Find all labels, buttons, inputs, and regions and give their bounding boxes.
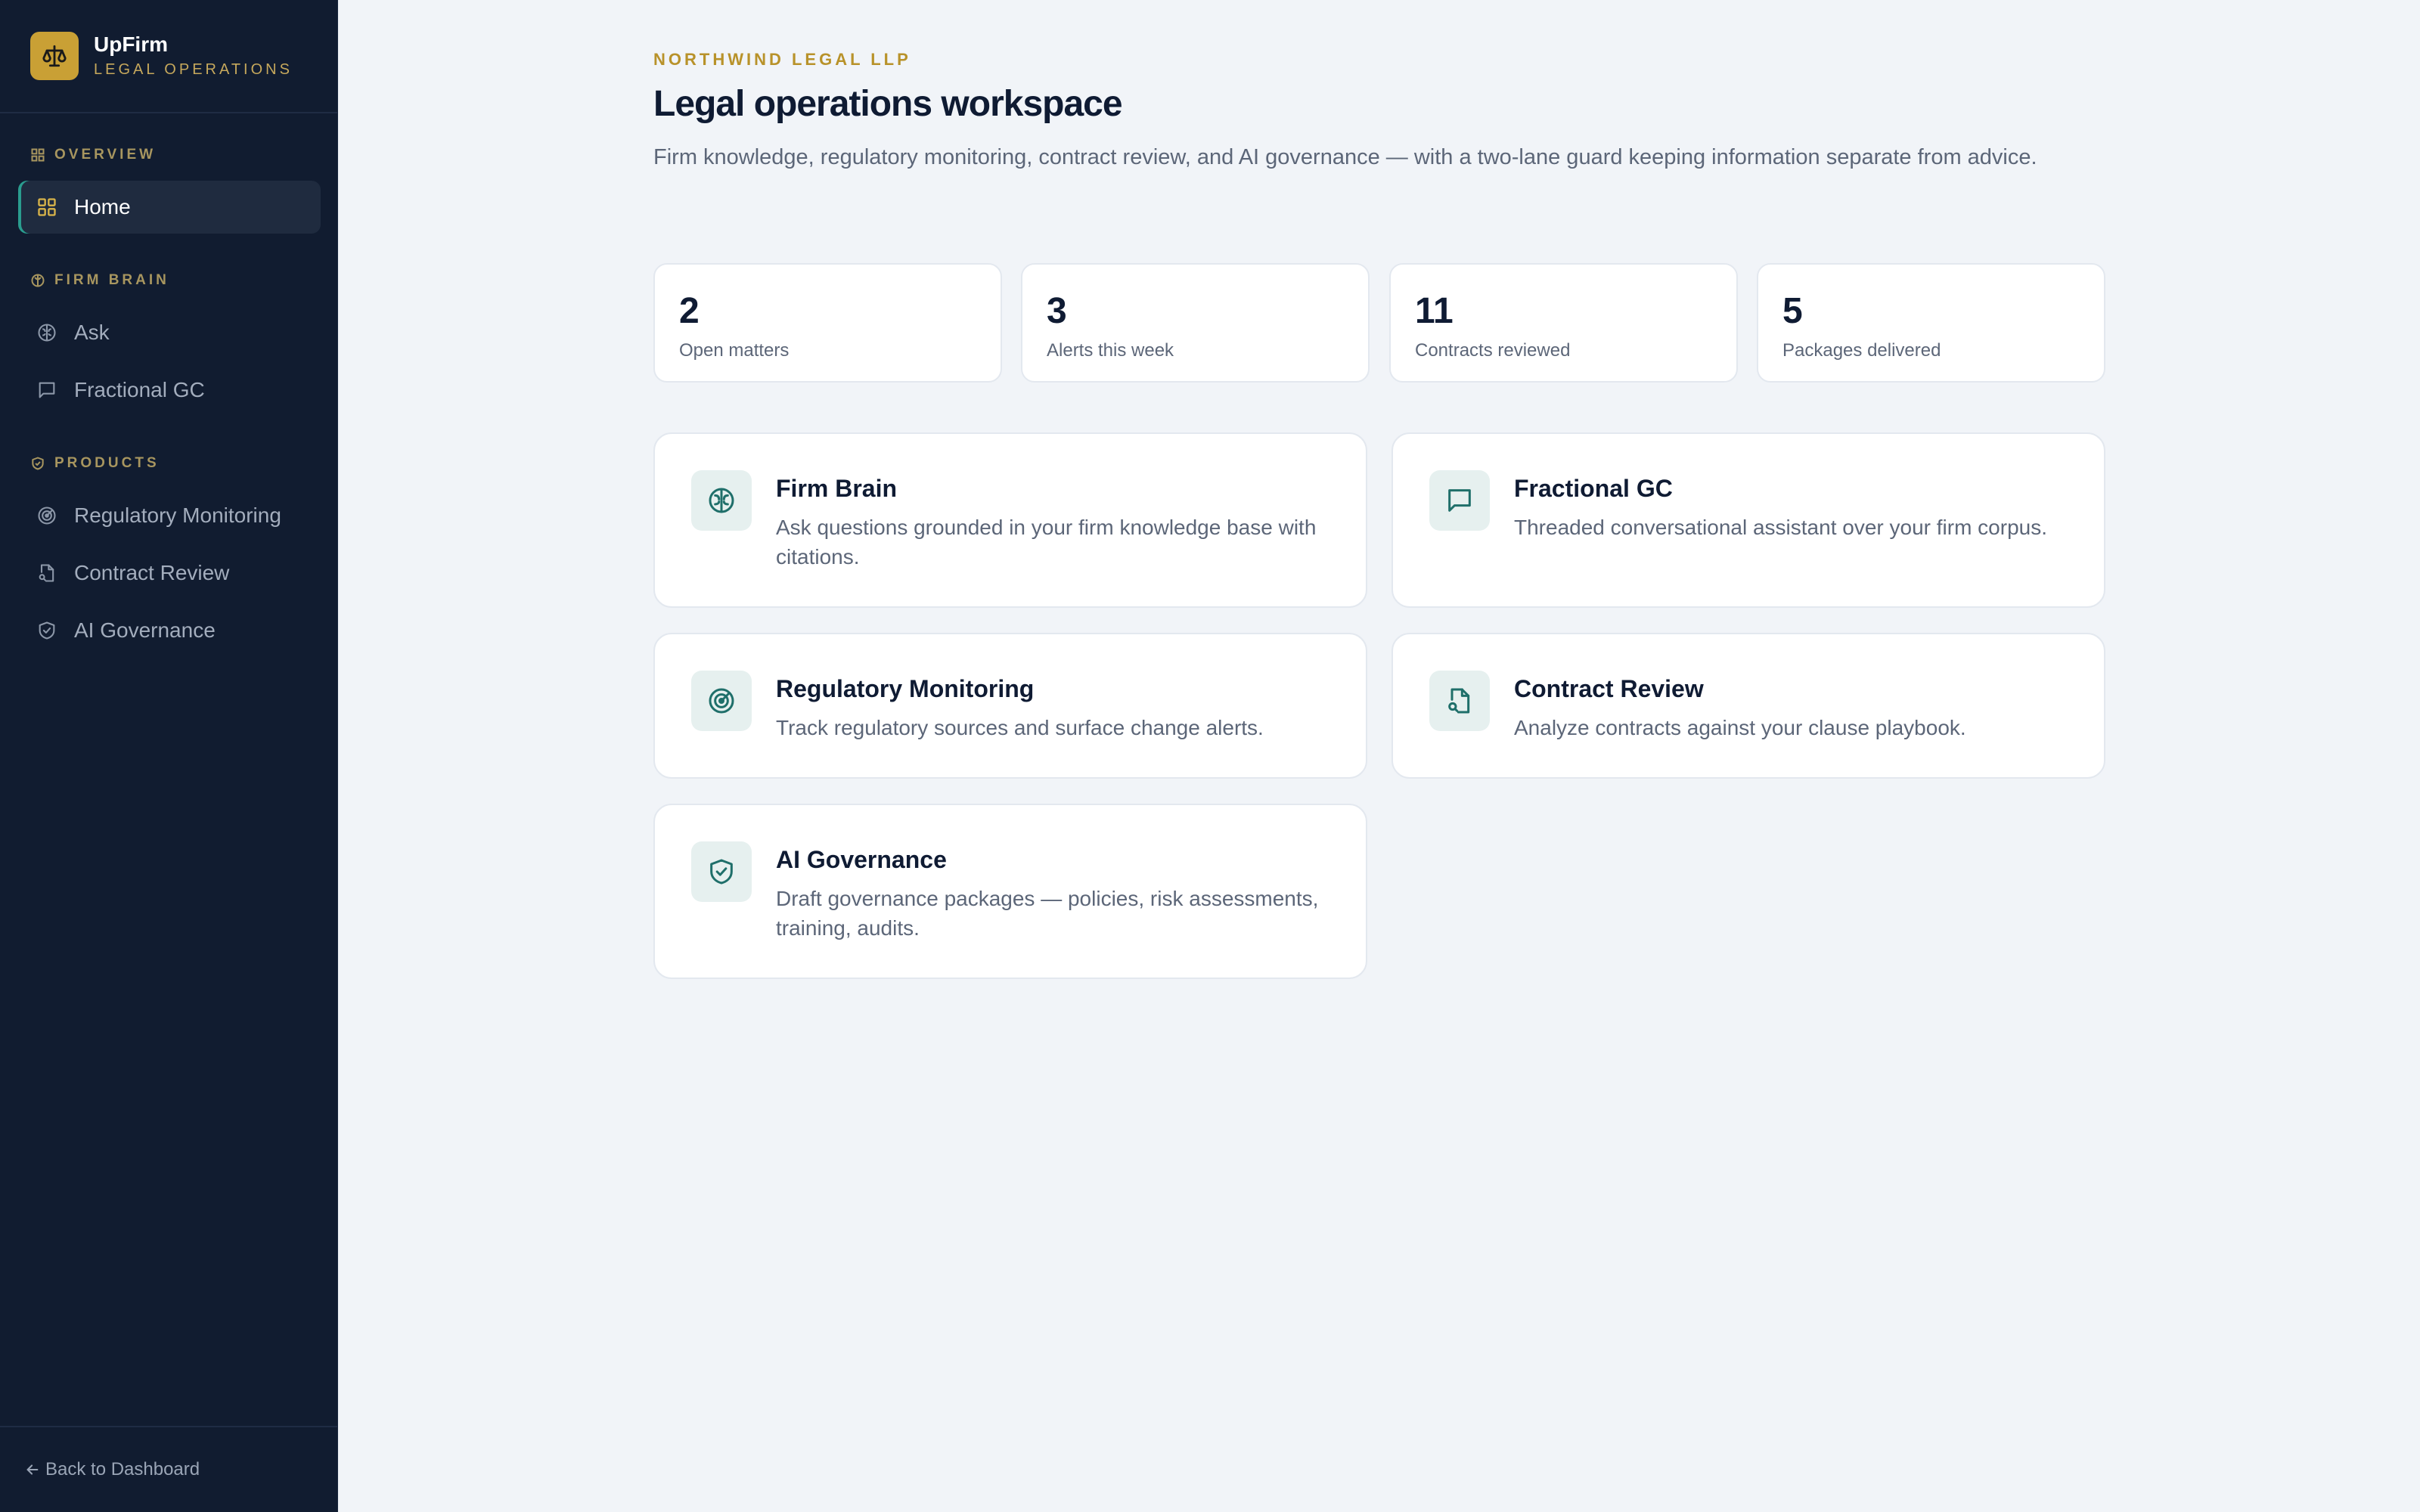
sidebar-footer: Back to Dashboard: [0, 1426, 337, 1512]
brand-subtitle: LEGAL OPERATIONS: [94, 61, 293, 78]
section-label-firm-brain: FIRM BRAIN: [30, 272, 169, 289]
brain-icon: [691, 470, 752, 531]
feature-card-ai-governance[interactable]: AI Governance Draft governance packages …: [653, 804, 1367, 979]
sidebar-item-fractional-gc[interactable]: Fractional GC: [18, 364, 321, 417]
radar-icon: [38, 507, 56, 525]
feature-description: Analyze contracts against your clause pl…: [1514, 716, 1966, 739]
firm-name: NORTHWIND LEGAL LLP: [653, 50, 911, 69]
section-label-products: PRODUCTS: [30, 455, 160, 472]
section-label-text: PRODUCTS: [54, 455, 160, 471]
sidebar-item-ai-governance[interactable]: AI Governance: [18, 604, 321, 657]
sidebar-item-home[interactable]: Home: [18, 181, 321, 234]
feature-title: Contract Review: [1514, 675, 1704, 702]
section-label-text: OVERVIEW: [54, 147, 157, 163]
stat-card-contracts-reviewed: 11 Contracts reviewed: [1389, 263, 1738, 383]
arrow-left-icon: [26, 1464, 39, 1475]
stat-value: 2: [679, 291, 700, 331]
feature-description: Ask questions grounded in your firm know…: [776, 516, 1317, 569]
sidebar-item-regulatory-monitoring[interactable]: Regulatory Monitoring: [18, 489, 321, 542]
radar-icon: [691, 671, 752, 731]
stat-card-packages-delivered: 5 Packages delivered: [1757, 263, 2105, 383]
sidebar: UpFirm LEGAL OPERATIONS OVERVIEW Home FI…: [0, 0, 338, 1512]
shield-check-icon: [691, 841, 752, 902]
feature-description: Track regulatory sources and surface cha…: [776, 716, 1264, 739]
feature-card-regulatory-monitoring[interactable]: Regulatory Monitoring Track regulatory s…: [653, 633, 1367, 779]
section-label-overview: OVERVIEW: [30, 147, 156, 163]
sidebar-item-label: Home: [74, 195, 131, 218]
sidebar-item-label: AI Governance: [74, 618, 216, 642]
brain-icon: [31, 274, 45, 287]
stat-card-alerts: 3 Alerts this week: [1021, 263, 1370, 383]
stat-value: 5: [1782, 291, 1803, 331]
main-content: NORTHWIND LEGAL LLP Legal operations wor…: [339, 0, 2420, 1512]
stat-label: Alerts this week: [1047, 340, 1174, 361]
feature-card-fractional-gc[interactable]: Fractional GC Threaded conversational as…: [1392, 432, 2105, 608]
stat-card-open-matters: 2 Open matters: [653, 263, 1002, 383]
brain-icon: [38, 324, 56, 342]
sidebar-item-label: Fractional GC: [74, 378, 205, 401]
file-search-icon: [1429, 671, 1490, 731]
back-to-dashboard-link[interactable]: Back to Dashboard: [24, 1459, 200, 1480]
shield-check-icon: [32, 457, 44, 470]
feature-card-firm-brain[interactable]: Firm Brain Ask questions grounded in you…: [653, 432, 1367, 608]
stat-label: Packages delivered: [1782, 340, 1941, 361]
feature-title: Regulatory Monitoring: [776, 675, 1035, 702]
stat-label: Contracts reviewed: [1415, 340, 1571, 361]
grid-icon: [31, 148, 45, 162]
feature-title: Fractional GC: [1514, 475, 1673, 502]
feature-description: Draft governance packages — policies, ri…: [776, 887, 1319, 940]
scale-icon: [30, 32, 79, 80]
brand-header[interactable]: UpFirm LEGAL OPERATIONS: [0, 0, 337, 113]
feature-card-contract-review[interactable]: Contract Review Analyze contracts agains…: [1392, 633, 2105, 779]
feature-description: Threaded conversational assistant over y…: [1514, 516, 2047, 539]
section-label-text: FIRM BRAIN: [54, 272, 169, 288]
page-title: Legal operations workspace: [653, 84, 1123, 124]
brand-name: UpFirm: [94, 33, 168, 56]
chat-bubble-icon: [1429, 470, 1490, 531]
sidebar-item-ask[interactable]: Ask: [18, 306, 321, 359]
chat-bubble-icon: [39, 382, 55, 398]
page-description: Firm knowledge, regulatory monitoring, c…: [653, 145, 2037, 169]
feature-title: Firm Brain: [776, 475, 898, 502]
grid-icon: [38, 198, 56, 216]
stat-label: Open matters: [679, 340, 790, 361]
sidebar-item-label: Regulatory Monitoring: [74, 503, 281, 527]
sidebar-item-label: Contract Review: [74, 561, 230, 584]
sidebar-item-label: Ask: [74, 321, 110, 344]
feature-title: AI Governance: [776, 846, 947, 873]
back-link-label: Back to Dashboard: [45, 1459, 200, 1479]
file-search-icon: [39, 564, 54, 582]
sidebar-item-contract-review[interactable]: Contract Review: [18, 547, 321, 600]
shield-check-icon: [39, 621, 55, 640]
stat-value: 3: [1047, 291, 1067, 331]
stat-value: 11: [1415, 291, 1454, 331]
